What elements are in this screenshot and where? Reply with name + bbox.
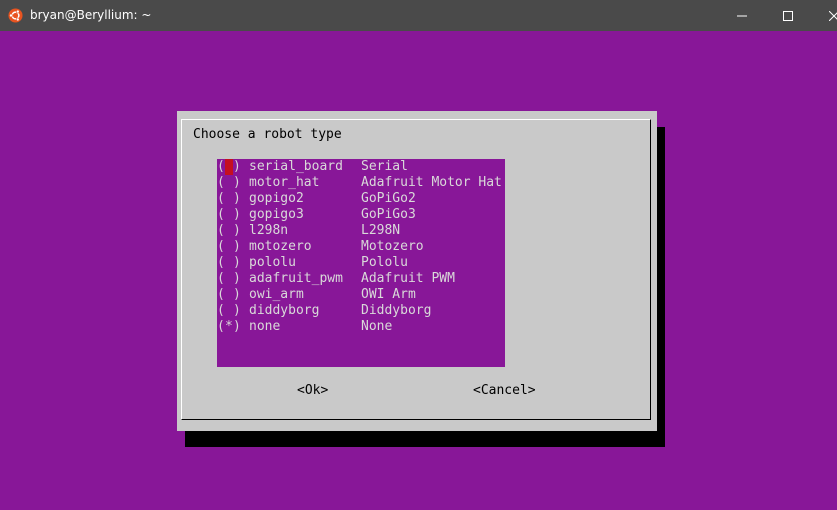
list-item-motozero[interactable]: ( ) motozero Motozero [217, 239, 505, 255]
list-item-adafruit_pwm[interactable]: ( ) adafruit_pwm Adafruit PWM [217, 271, 505, 287]
item-description: None [361, 319, 393, 334]
item-description: Pololu [361, 255, 408, 270]
radio-mark [225, 303, 233, 319]
radio-close-bracket: ) [233, 223, 241, 238]
radio-close-bracket: ) [233, 175, 241, 190]
dialog-prompt: Choose a robot type [193, 127, 342, 142]
ok-button[interactable]: <Ok> [297, 383, 328, 399]
radio-mark [225, 207, 233, 223]
list-item-motor_hat[interactable]: ( ) motor_hat Adafruit Motor Hat [217, 175, 505, 191]
radio-button[interactable]: ( ) [217, 287, 241, 303]
maximize-icon [783, 10, 793, 21]
radio-open-bracket: ( [217, 159, 225, 174]
radio-close-bracket: ) [233, 319, 241, 334]
item-key: diddyborg [249, 303, 320, 318]
list-item-none[interactable]: (*) none None [217, 319, 505, 335]
radio-open-bracket: ( [217, 175, 225, 190]
radio-open-bracket: ( [217, 255, 225, 270]
maximize-button[interactable] [765, 0, 811, 31]
item-description: Diddyborg [361, 303, 432, 318]
cancel-button[interactable]: <Cancel> [473, 383, 536, 399]
radio-button[interactable]: ( ) [217, 207, 241, 223]
list-item-gopigo3[interactable]: ( ) gopigo3 GoPiGo3 [217, 207, 505, 223]
item-key: adafruit_pwm [249, 271, 343, 286]
terminal-window: bryan@Beryllium: ~ Choose a robot type (… [0, 0, 837, 510]
radio-button[interactable]: ( ) [217, 191, 241, 207]
radio-close-bracket: ) [233, 271, 241, 286]
item-key: serial_board [249, 159, 343, 174]
radio-mark [225, 191, 233, 207]
robot-type-dialog: Choose a robot type ( ) serial_board Seria… [177, 111, 657, 431]
item-key: none [249, 319, 281, 334]
item-key: pololu [249, 255, 296, 270]
radio-button[interactable]: ( ) [217, 271, 241, 287]
item-key: motor_hat [249, 175, 320, 190]
radio-button[interactable]: ( ) [217, 223, 241, 239]
item-description: Adafruit PWM [361, 271, 455, 286]
radio-open-bracket: ( [217, 271, 225, 286]
minimize-button[interactable] [719, 0, 765, 31]
item-key: gopigo2 [249, 191, 304, 206]
item-description: Serial [361, 159, 408, 174]
radio-open-bracket: ( [217, 239, 225, 254]
radio-button[interactable]: (*) [217, 319, 241, 335]
radio-close-bracket: ) [233, 239, 241, 254]
radio-open-bracket: ( [217, 303, 225, 318]
radio-button[interactable]: ( ) [217, 255, 241, 271]
radio-close-bracket: ) [233, 191, 241, 206]
ubuntu-icon [8, 8, 23, 23]
radio-close-bracket: ) [233, 255, 241, 270]
list-item-l298n[interactable]: ( ) l298n L298N [217, 223, 505, 239]
minimize-icon [737, 15, 747, 16]
item-key: l298n [249, 223, 289, 238]
radio-button[interactable]: ( ) [217, 303, 241, 319]
radio-close-bracket: ) [233, 287, 241, 302]
list-item-pololu[interactable]: ( ) pololu Pololu [217, 255, 505, 271]
radio-close-bracket: ) [233, 207, 241, 222]
robot-type-list[interactable]: ( ) serial_board Serial ( ) motor_hat Adafrui… [217, 159, 505, 367]
item-description: OWI Arm [361, 287, 416, 302]
radio-open-bracket: ( [217, 207, 225, 222]
item-description: GoPiGo2 [361, 191, 416, 206]
radio-open-bracket: ( [217, 287, 225, 302]
radio-button[interactable]: ( ) [217, 175, 241, 191]
close-button[interactable] [811, 0, 837, 31]
item-key: gopigo3 [249, 207, 304, 222]
radio-open-bracket: ( [217, 191, 225, 206]
close-icon [829, 10, 837, 21]
window-title: bryan@Beryllium: ~ [30, 8, 152, 22]
list-item-gopigo2[interactable]: ( ) gopigo2 GoPiGo2 [217, 191, 505, 207]
radio-mark: * [225, 319, 233, 334]
radio-open-bracket: ( [217, 223, 225, 238]
cursor-mark [225, 159, 233, 175]
item-description: Motozero [361, 239, 424, 254]
item-key: motozero [249, 239, 312, 254]
radio-open-bracket: ( [217, 319, 225, 334]
title-bar[interactable]: bryan@Beryllium: ~ [0, 0, 837, 31]
item-description: L298N [361, 223, 401, 238]
list-item-diddyborg[interactable]: ( ) diddyborg Diddyborg [217, 303, 505, 319]
radio-close-bracket: ) [233, 303, 241, 318]
radio-button[interactable]: ( ) [217, 239, 241, 255]
radio-button[interactable]: ( ) [217, 159, 241, 175]
item-key: owi_arm [249, 287, 304, 302]
radio-mark [225, 271, 233, 287]
radio-mark [225, 223, 233, 239]
radio-mark [225, 287, 233, 303]
radio-mark [225, 239, 233, 255]
list-item-owi_arm[interactable]: ( ) owi_arm OWI Arm [217, 287, 505, 303]
radio-mark [225, 255, 233, 271]
item-description: GoPiGo3 [361, 207, 416, 222]
list-item-serial_board[interactable]: ( ) serial_board Serial [217, 159, 505, 175]
radio-mark [225, 175, 233, 191]
radio-close-bracket: ) [233, 159, 241, 174]
item-description: Adafruit Motor Hat [361, 175, 502, 190]
